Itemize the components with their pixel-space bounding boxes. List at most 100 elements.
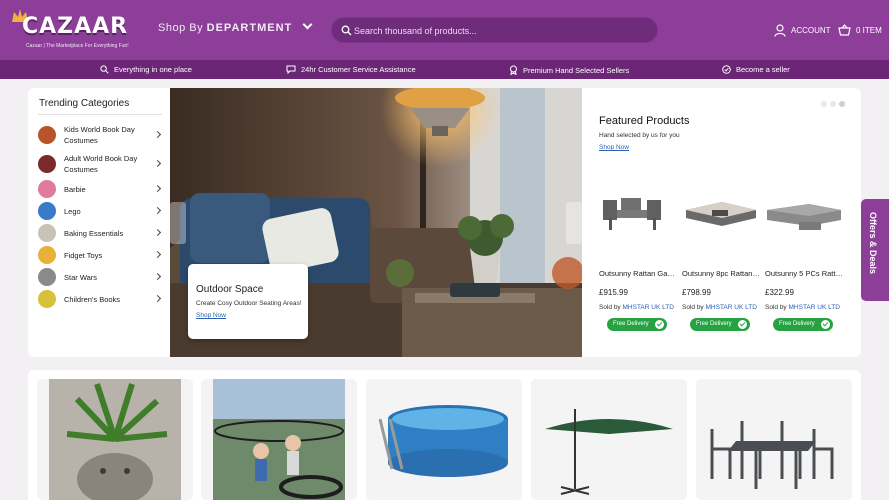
- sold-by-label: Sold by: [682, 304, 704, 311]
- featured-shop-now-link[interactable]: Shop Now: [599, 144, 629, 151]
- basket-icon: [838, 24, 851, 36]
- category-label: Barbie: [64, 184, 86, 194]
- cart-link[interactable]: 0 ITEM: [838, 22, 882, 38]
- seller-link[interactable]: MHSTAR UK LTD: [623, 304, 674, 311]
- account-label: ACCOUNT: [791, 25, 831, 35]
- product-price: £322.99: [765, 288, 794, 297]
- free-delivery-badge: Free Delivery: [690, 318, 750, 331]
- usp-strip: Everything in one place 24hr Customer Se…: [0, 60, 889, 79]
- product-image: [696, 379, 852, 500]
- category-label: Adult World Book Day Costumes: [64, 154, 138, 174]
- category-thumbnail: [38, 155, 56, 173]
- product-tile[interactable]: [366, 379, 522, 500]
- chevron-right-icon: [153, 184, 162, 193]
- category-item[interactable]: Lego: [38, 200, 166, 222]
- usp-label: Become a seller: [736, 65, 790, 74]
- category-item[interactable]: Children's Books: [38, 288, 166, 310]
- product-name[interactable]: Outsunny 5 PCs Rattan Set: [765, 269, 843, 278]
- search-bar[interactable]: [331, 17, 658, 43]
- free-delivery-badge: Free Delivery: [607, 318, 667, 331]
- shop-by-department-menu[interactable]: Shop By DEPARTMENT: [158, 19, 313, 34]
- category-item[interactable]: Barbie: [38, 178, 166, 200]
- product-card[interactable]: Outsunny 8pc Rattan Set £798.99 Sold by …: [682, 188, 760, 331]
- product-tile[interactable]: [201, 379, 357, 500]
- product-image: [686, 202, 756, 226]
- trending-categories: Trending Categories Kids World Book Day …: [28, 88, 170, 357]
- chevron-right-icon: [153, 228, 162, 237]
- featured-title: Featured Products: [599, 115, 690, 127]
- hero-next-button[interactable]: [566, 202, 582, 244]
- divider: [38, 114, 162, 115]
- sold-by-label: Sold by: [765, 304, 787, 311]
- carousel-dot[interactable]: [830, 101, 836, 107]
- department-label: DEPARTMENT: [206, 22, 293, 34]
- become-seller-link[interactable]: Become a seller: [722, 65, 790, 74]
- product-image: [366, 379, 522, 500]
- chevron-right-icon: [153, 130, 162, 139]
- product-price: £798.99: [682, 288, 711, 297]
- usp-label: Premium Hand Selected Sellers: [523, 65, 630, 75]
- product-tile[interactable]: [531, 379, 687, 500]
- chevron-right-icon: [153, 250, 162, 259]
- carousel-dot[interactable]: [821, 101, 827, 107]
- category-item[interactable]: Adult World Book Day Costumes: [38, 153, 166, 175]
- product-card[interactable]: Outsunny 5 PCs Rattan Set £322.99 Sold b…: [765, 188, 843, 331]
- product-tile[interactable]: [696, 379, 852, 500]
- categories-title: Trending Categories: [39, 98, 130, 109]
- shop-by-label: Shop By: [158, 22, 204, 34]
- featured-subtitle: Hand selected by us for you: [599, 132, 680, 139]
- product-image: [49, 379, 181, 500]
- product-seller: Sold by MHSTAR UK LTD: [599, 304, 674, 311]
- site-header: CAZAAR Cazaar | The Marketplace For Ever…: [0, 0, 889, 60]
- seller-link[interactable]: MHSTAR UK LTD: [706, 304, 757, 311]
- product-card[interactable]: Outsunny Rattan Garden Set £915.99 Sold …: [599, 188, 677, 331]
- check-icon: [820, 320, 830, 329]
- product-tile[interactable]: [37, 379, 193, 500]
- category-item[interactable]: Fidget Toys: [38, 244, 166, 266]
- seller-link[interactable]: MHSTAR UK LTD: [789, 304, 840, 311]
- logo-tagline: Cazaar | The Marketplace For Everything …: [26, 43, 129, 49]
- category-thumbnail: [38, 126, 56, 144]
- product-name[interactable]: Outsunny Rattan Garden Set: [599, 269, 677, 278]
- category-item[interactable]: Kids World Book Day Costumes: [38, 124, 166, 146]
- usp-sellers: Premium Hand Selected Sellers: [509, 65, 629, 75]
- chevron-right-icon: [153, 272, 162, 281]
- usp-service: 24hr Customer Service Assistance: [286, 65, 416, 74]
- chevron-right-icon: [153, 294, 162, 303]
- free-delivery-badge: Free Delivery: [773, 318, 833, 331]
- chevron-right-icon: [153, 206, 162, 215]
- account-link[interactable]: ACCOUNT: [774, 22, 831, 38]
- usp-label: Everything in one place: [114, 65, 192, 74]
- product-name[interactable]: Outsunny 8pc Rattan Set: [682, 269, 760, 278]
- category-thumbnail: [38, 246, 56, 264]
- carousel-dots: [821, 101, 845, 107]
- product-image: [531, 379, 687, 500]
- search-input[interactable]: [354, 22, 644, 39]
- category-label: Star Wars: [64, 272, 98, 282]
- category-label: Fidget Toys: [64, 250, 103, 260]
- hero-prev-button[interactable]: [170, 202, 186, 244]
- offers-label: Offers & Deals: [868, 212, 878, 275]
- carousel-dot-active[interactable]: [839, 101, 845, 107]
- featured-products: Featured Products Hand selected by us fo…: [582, 88, 861, 357]
- category-thumbnail: [38, 202, 56, 220]
- category-thumbnail: [38, 268, 56, 286]
- product-image: [213, 379, 345, 500]
- product-seller: Sold by MHSTAR UK LTD: [682, 304, 757, 311]
- badge-icon: [510, 65, 517, 75]
- category-thumbnail: [38, 224, 56, 242]
- usp-everything: Everything in one place: [100, 65, 192, 74]
- chevron-right-icon: [153, 159, 162, 168]
- sold-by-label: Sold by: [599, 304, 621, 311]
- user-icon: [774, 23, 786, 37]
- offers-and-deals-tab[interactable]: Offers & Deals: [861, 199, 889, 301]
- category-item[interactable]: Star Wars: [38, 266, 166, 288]
- logo[interactable]: CAZAAR Cazaar | The Marketplace For Ever…: [6, 6, 129, 54]
- check-icon: [737, 320, 747, 329]
- category-thumbnail: [38, 290, 56, 308]
- category-item[interactable]: Baking Essentials: [38, 222, 166, 244]
- category-label: Baking Essentials: [64, 228, 124, 238]
- cart-count: 0 ITEM: [856, 25, 882, 35]
- hero-shop-now-link[interactable]: Shop Now: [196, 312, 226, 319]
- chevron-down-icon: [302, 19, 313, 30]
